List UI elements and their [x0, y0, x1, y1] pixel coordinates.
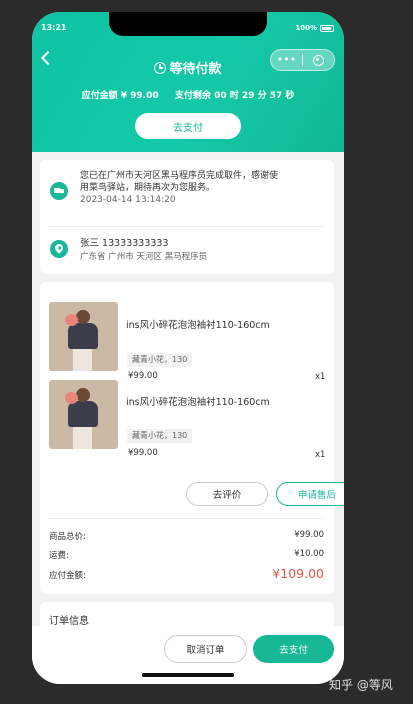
logistics-message-line1: 您已在广州市天河区黑马程序员完成取件，感谢使: [80, 171, 279, 181]
delivery-card: 您已在广州市天河区黑马程序员完成取件，感谢使 用菜鸟驿站，期待再次为您服务。 2…: [40, 160, 334, 274]
product-spec: 藏青小花，130: [127, 353, 193, 367]
logistics-message-line2: 用菜鸟驿站，期待再次为您服务。: [80, 183, 216, 193]
watermark: 知乎 @等风: [329, 678, 393, 692]
product-image[interactable]: [49, 380, 118, 449]
after-sale-button[interactable]: 申请售后: [276, 482, 344, 506]
shipping-label: 运费:: [49, 551, 69, 561]
product-quantity: x1: [315, 372, 326, 382]
review-button[interactable]: 去评价: [186, 482, 268, 506]
product-spec: 藏青小花，130: [127, 429, 193, 443]
product-name[interactable]: ins风小碎花泡泡袖衬110-160cm: [126, 394, 270, 408]
status-time: 13:21: [41, 23, 67, 32]
remaining-hours: 00: [214, 91, 227, 101]
goods-total-label: 商品总价:: [49, 532, 86, 542]
amount-value: ¥ 99.00: [120, 91, 159, 101]
remaining-minutes: 29: [241, 91, 255, 101]
product-image[interactable]: [49, 302, 118, 371]
hours-unit: 时: [229, 91, 239, 101]
bottom-pay-button[interactable]: 去支付: [253, 635, 334, 663]
remaining-seconds: 57: [269, 91, 283, 101]
location-icon: [50, 240, 68, 258]
remaining-label: 支付剩余: [174, 91, 211, 101]
cancel-order-button[interactable]: 取消订单: [164, 635, 247, 663]
battery-percent: 100%: [295, 24, 317, 32]
payment-countdown: 应付金额 ¥ 99.00 支付剩余 00 时 29 分 57 秒: [32, 88, 344, 101]
product-name[interactable]: ins风小碎花泡泡袖衬110-160cm: [126, 317, 270, 331]
payable-label: 应付金额:: [49, 571, 86, 581]
page-title: 等待付款: [32, 58, 344, 77]
notch: [109, 12, 267, 36]
product-price: ¥99.00: [128, 371, 158, 381]
receiver-name-phone: 张三 13333333333: [80, 238, 169, 249]
status-battery: 100%: [295, 24, 334, 32]
payable-value: ¥109.00: [272, 566, 324, 581]
divider: [49, 226, 325, 227]
goods-total-value: ¥99.00: [294, 530, 324, 540]
order-info-title: 订单信息: [49, 616, 89, 627]
page-title-text: 等待付款: [169, 62, 222, 77]
clock-icon: [154, 61, 167, 74]
minutes-unit: 分: [257, 91, 267, 101]
order-goods-card: ins风小碎花泡泡袖衬110-160cm 藏青小花，130 ¥99.00 x1 …: [40, 282, 344, 594]
divider: [49, 518, 325, 519]
header-pay-button[interactable]: 去支付: [135, 113, 241, 139]
shipping-value: ¥10.00: [294, 549, 324, 559]
receiver-address: 广东省 广州市 天河区 黑马程序员: [80, 252, 208, 262]
product-quantity: x1: [315, 450, 326, 460]
battery-icon: [320, 24, 334, 32]
seconds-unit: 秒: [285, 91, 295, 101]
product-price: ¥99.00: [128, 448, 158, 458]
phone-frame: 13:21 100% ••• 等待付款 应付金额 ¥ 99.00 支付剩余 00…: [32, 12, 344, 684]
amount-label: 应付金额: [81, 91, 118, 101]
logistics-time: 2023-04-14 13:14:20: [80, 195, 176, 205]
home-indicator: [142, 673, 234, 677]
truck-icon: [50, 182, 68, 200]
